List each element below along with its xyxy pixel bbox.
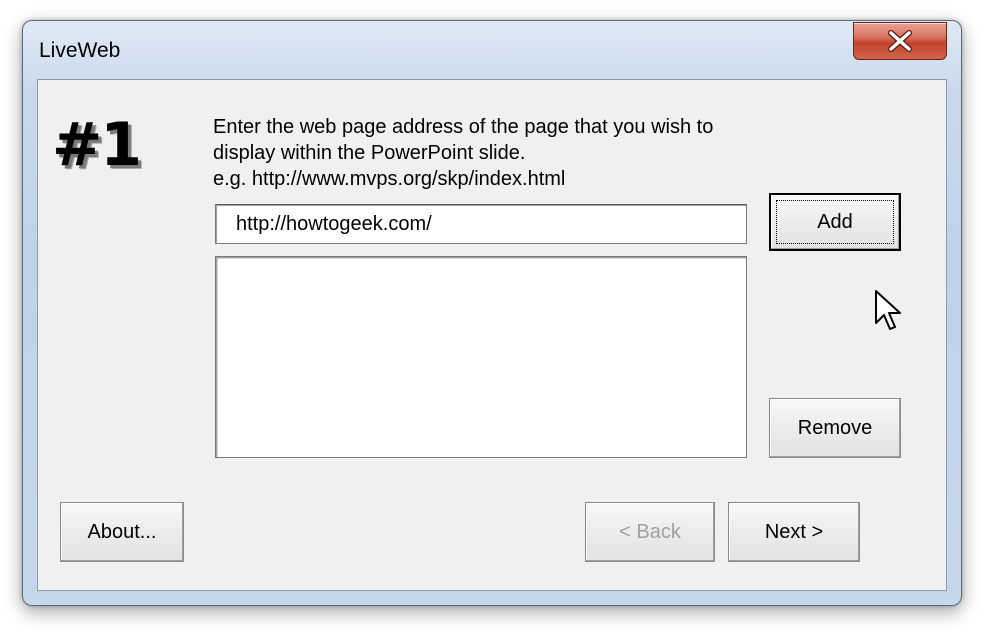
- remove-button-label: Remove: [797, 416, 873, 439]
- liveweb-dialog: LiveWeb #1 Enter the web page address of…: [22, 20, 962, 606]
- about-button[interactable]: About...: [60, 502, 184, 562]
- close-icon: [888, 30, 912, 52]
- close-button[interactable]: [853, 22, 947, 60]
- back-button: < Back: [585, 502, 715, 562]
- instruction-line-2: display within the PowerPoint slide.: [213, 142, 526, 164]
- step-number: #1: [52, 110, 142, 180]
- url-input[interactable]: [215, 204, 747, 244]
- title-bar[interactable]: LiveWeb: [23, 21, 961, 79]
- focus-rectangle: [776, 200, 894, 244]
- dialog-body: #1 Enter the web page address of the pag…: [37, 79, 947, 591]
- next-button[interactable]: Next >: [728, 502, 860, 562]
- window-title: LiveWeb: [39, 39, 121, 62]
- url-list[interactable]: [215, 256, 747, 458]
- instructions: Enter the web page address of the page t…: [213, 114, 713, 192]
- about-button-label: About...: [87, 520, 157, 543]
- instruction-line-1: Enter the web page address of the page t…: [213, 116, 714, 138]
- instruction-line-3: e.g. http://www.mvps.org/skp/index.html: [213, 168, 566, 190]
- back-button-label: < Back: [619, 520, 681, 543]
- add-button[interactable]: Add: [769, 193, 901, 251]
- next-button-label: Next >: [764, 520, 824, 543]
- remove-button[interactable]: Remove: [769, 398, 901, 458]
- mouse-pointer-icon: [875, 290, 901, 330]
